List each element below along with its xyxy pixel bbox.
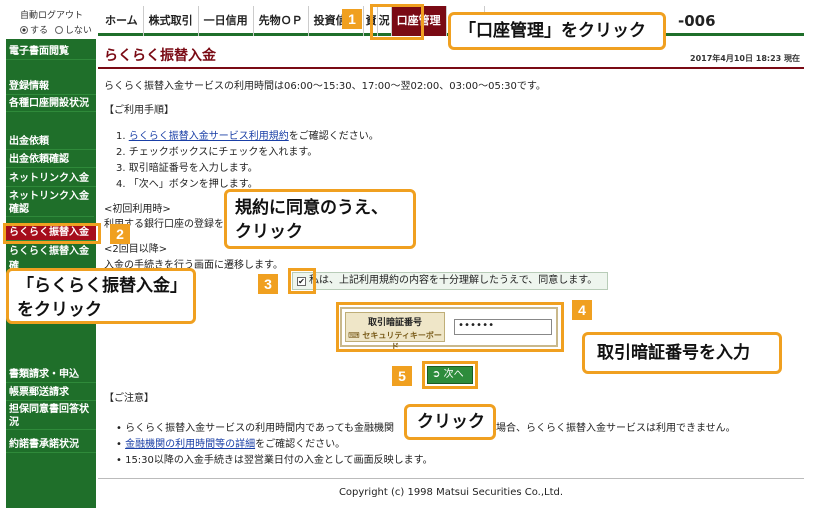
note-3-text: 15:30以降の入金手続きは翌営業日付の入金として画面反映します。 bbox=[125, 455, 433, 466]
institution-hours-link[interactable]: 金融機関の利用時間等の詳細 bbox=[125, 439, 255, 450]
step-3-text: 取引暗証番号を入力します。 bbox=[128, 163, 258, 174]
nav-day-margin[interactable]: 一日信用 bbox=[199, 6, 254, 36]
note-2: • 金融機関の利用時間等の詳細をご確認ください。 bbox=[116, 439, 346, 450]
callout-agree-line1: 規約に同意のうえ、 bbox=[235, 198, 388, 217]
step-2: 2. チェックボックスにチェックを入れます。 bbox=[116, 143, 317, 158]
auto-logout: 自動ログアウト する しない bbox=[6, 6, 98, 36]
sidebar-item-netlink-confirm[interactable]: ネットリンク入金確認 bbox=[6, 190, 94, 217]
auto-logout-title: 自動ログアウト bbox=[20, 11, 84, 21]
sidebar-item-netlink[interactable]: ネットリンク入金 bbox=[6, 171, 96, 187]
main-nav: ホーム 株式取引 一日信用 先物ＯＰ 投資信託 資 況 口座管理 情報検 bbox=[100, 6, 485, 36]
agree-text: 私は、上記利用規約の内容を十分理解したうえで、同意します。 bbox=[309, 275, 598, 286]
agree-row: ✔ 私は、上記利用規約の内容を十分理解したうえで、同意します。 bbox=[292, 272, 608, 290]
terms-link[interactable]: らくらく振替入金サービス利用規約 bbox=[129, 131, 289, 142]
step-4-num: 4. bbox=[116, 179, 126, 190]
note-1-tail: の場合、らくらく振替入金サービスは利用できません。 bbox=[485, 423, 736, 434]
note-3: • 15:30以降の入金手続きは翌営業日付の入金として画面反映します。 bbox=[116, 455, 433, 466]
auto-logout-off-radio[interactable] bbox=[54, 26, 63, 34]
sidebar-item-withdrawal-confirm[interactable]: 出金依頼確認 bbox=[6, 152, 96, 168]
procedure-header: 【ご利用手順】 bbox=[104, 105, 174, 116]
callout-account-management: 「口座管理」をクリック bbox=[448, 12, 666, 50]
date-stamp: 2017年4月10日 18:23 現在 bbox=[690, 54, 800, 63]
step-1-num: 1. bbox=[116, 131, 126, 142]
step-3-num: 3. bbox=[116, 163, 126, 174]
auto-logout-on-radio[interactable] bbox=[20, 26, 28, 34]
sidebar-item-agreement-status[interactable]: 約諾書承諾状況 bbox=[6, 437, 96, 453]
step-2-num: 2. bbox=[116, 147, 126, 158]
step-badge-2: 2 bbox=[110, 224, 130, 244]
step-3: 3. 取引暗証番号を入力します。 bbox=[116, 159, 258, 174]
sidebar-item-registration[interactable]: 登録情報 bbox=[6, 79, 96, 95]
step-1-text: をご確認ください。 bbox=[288, 131, 379, 142]
highlight-account-management bbox=[370, 4, 424, 40]
callout-rakuraku-line2: をクリック bbox=[17, 300, 102, 319]
highlight-pin-panel bbox=[336, 302, 564, 352]
highlight-rakuraku-transfer bbox=[3, 223, 101, 244]
step-badge-3: 3 bbox=[258, 274, 278, 294]
step-4: 4. 「次へ」ボタンを押します。 bbox=[116, 175, 258, 190]
auto-logout-on-label: する bbox=[30, 26, 49, 36]
step-1: 1. らくらく振替入金サービス利用規約をご確認ください。 bbox=[116, 127, 379, 142]
callout-rakuraku-transfer: 「らくらく振替入金」 をクリック bbox=[6, 268, 196, 324]
callout-agree-line2: クリック bbox=[235, 222, 303, 241]
callout-agree: 規約に同意のうえ、 クリック bbox=[224, 189, 416, 249]
auto-logout-off-label: しない bbox=[64, 26, 92, 36]
sidebar-item-e-documents[interactable]: 電子書面閲覧 bbox=[6, 44, 96, 60]
highlight-next-button bbox=[422, 361, 478, 389]
sidebar-item-account-status[interactable]: 各種口座開設状況 bbox=[6, 96, 96, 112]
sidebar-item-withdrawal[interactable]: 出金依頼 bbox=[6, 134, 96, 150]
note-1-text: らくらく振替入金サービスの利用時間内であっても金融機関 bbox=[125, 423, 394, 434]
callout-rakuraku-line1: 「らくらく振替入金」 bbox=[17, 276, 187, 295]
step-badge-4: 4 bbox=[572, 300, 592, 320]
nav-stocks[interactable]: 株式取引 bbox=[144, 6, 199, 36]
callout-pin: 取引暗証番号を入力 bbox=[582, 332, 782, 374]
step-badge-5: 5 bbox=[392, 366, 412, 386]
account-number: -006 bbox=[678, 12, 716, 30]
nav-futures-options[interactable]: 先物ＯＰ bbox=[254, 6, 309, 36]
page-title: らくらく振替入金 bbox=[104, 48, 216, 64]
sidebar-item-document-request[interactable]: 書類請求・申込 bbox=[6, 367, 96, 383]
intro-text: らくらく振替入金サービスの利用時間は06:00～15:30、17:00～翌02:… bbox=[104, 81, 546, 92]
note-2-text: をご確認ください。 bbox=[255, 439, 346, 450]
sidebar-item-mail-request[interactable]: 帳票郵送請求 bbox=[6, 385, 96, 401]
notes-header: 【ご注意】 bbox=[104, 393, 154, 404]
sidebar-item-collateral-consent[interactable]: 担保同意書回答状況 bbox=[6, 403, 96, 430]
title-divider bbox=[98, 67, 804, 69]
first-use-header: <初回利用時> bbox=[104, 204, 171, 215]
step-badge-1: 1 bbox=[342, 9, 362, 29]
callout-next: クリック bbox=[404, 404, 496, 440]
nav-home[interactable]: ホーム bbox=[100, 6, 144, 36]
highlight-agree-checkbox bbox=[288, 268, 316, 294]
screenshot-frame: 自動ログアウト する しない ホーム 株式取引 一日信用 先物ＯＰ 投資信託 資… bbox=[0, 0, 813, 516]
step-2-text: チェックボックスにチェックを入れます。 bbox=[128, 147, 318, 158]
footer: Copyright (c) 1998 Matsui Securities Co.… bbox=[98, 478, 804, 508]
